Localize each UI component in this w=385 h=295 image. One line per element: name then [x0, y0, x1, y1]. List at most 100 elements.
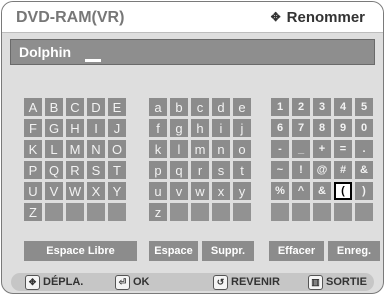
key[interactable]: b [170, 98, 188, 116]
key[interactable]: s [212, 161, 230, 179]
key[interactable]: _ [292, 140, 310, 158]
key[interactable]: d [212, 98, 230, 116]
key[interactable]: B [45, 98, 63, 116]
key[interactable]: a [149, 98, 167, 116]
key[interactable]: j [233, 119, 251, 137]
key[interactable]: J [108, 119, 126, 137]
key[interactable]: % [271, 182, 289, 200]
symbol-keypad: 1 2 3 4 5 6 7 8 9 0- _ + =. ~! @ # &% ^ &() [271, 98, 373, 221]
key[interactable]: D [87, 98, 105, 116]
key[interactable]: y [233, 182, 251, 200]
key[interactable]: E [108, 98, 126, 116]
text-cursor [85, 59, 101, 62]
key[interactable]: A [24, 98, 42, 116]
key[interactable]: L [45, 140, 63, 158]
key[interactable]: 5 [355, 98, 373, 116]
key[interactable]: F [24, 119, 42, 137]
key[interactable]: z [149, 203, 167, 221]
key[interactable]: V [45, 182, 63, 200]
key[interactable]: K [24, 140, 42, 158]
key[interactable]: m [191, 140, 209, 158]
key[interactable]: f [149, 119, 167, 137]
key-empty [355, 203, 373, 221]
key[interactable]: G [45, 119, 63, 137]
key[interactable]: i [212, 119, 230, 137]
key[interactable]: 6 [271, 119, 289, 137]
key[interactable]: v [170, 182, 188, 200]
space-button[interactable]: Espace [149, 241, 198, 261]
key[interactable]: n [212, 140, 230, 158]
key[interactable]: ~ [271, 161, 289, 179]
key[interactable]: w [191, 182, 209, 200]
space-free-button[interactable]: Espace Libre [24, 241, 137, 261]
key[interactable]: r [191, 161, 209, 179]
name-input[interactable]: Dolphin [10, 39, 375, 65]
key[interactable]: + [313, 140, 331, 158]
key-empty [292, 203, 310, 221]
key[interactable]: C [66, 98, 84, 116]
key[interactable]: O [108, 140, 126, 158]
key[interactable]: W [66, 182, 84, 200]
key[interactable]: S [87, 161, 105, 179]
key[interactable]: I [87, 119, 105, 137]
key-empty [212, 203, 230, 221]
key[interactable]: ) [355, 182, 373, 200]
key[interactable]: N [87, 140, 105, 158]
delete-button[interactable]: Suppr. [202, 241, 254, 261]
exit-icon: ▥ [308, 274, 323, 290]
ok-hint: ⏎ OK [115, 274, 150, 290]
key[interactable]: T [108, 161, 126, 179]
key[interactable]: x [212, 182, 230, 200]
key[interactable]: ^ [292, 182, 310, 200]
key[interactable]: X [87, 182, 105, 200]
rename-heading: ✥ Renommer [271, 9, 365, 26]
key[interactable]: Y [108, 182, 126, 200]
key[interactable]: ! [292, 161, 310, 179]
ok-hint-label: OK [133, 276, 150, 288]
key[interactable]: 7 [292, 119, 310, 137]
key[interactable]: & [313, 182, 331, 200]
back-hint: ↺ REVENIR [213, 274, 280, 290]
key[interactable]: 9 [334, 119, 352, 137]
key[interactable]: M [66, 140, 84, 158]
key[interactable]: # [334, 161, 352, 179]
key[interactable]: k [149, 140, 167, 158]
key[interactable]: h [191, 119, 209, 137]
key[interactable]: p [149, 161, 167, 179]
key[interactable]: 3 [313, 98, 331, 116]
key-empty [66, 203, 84, 221]
key[interactable]: t [233, 161, 251, 179]
key[interactable]: Q [45, 161, 63, 179]
key[interactable]: Z [24, 203, 42, 221]
key[interactable]: & [355, 161, 373, 179]
key[interactable]: u [149, 182, 167, 200]
key[interactable]: q [170, 161, 188, 179]
key[interactable]: @ [313, 161, 331, 179]
key[interactable]: c [191, 98, 209, 116]
key[interactable]: . [355, 140, 373, 158]
key[interactable]: l [170, 140, 188, 158]
key[interactable]: 4 [334, 98, 352, 116]
move-hint: ✥ DÉPLA. [25, 274, 83, 290]
key[interactable]: H [66, 119, 84, 137]
key[interactable]: 1 [271, 98, 289, 116]
key[interactable]: P [24, 161, 42, 179]
key[interactable]: g [170, 119, 188, 137]
diamond-bullet-icon: ✥ [270, 10, 281, 24]
key-empty [191, 203, 209, 221]
key[interactable]: e [233, 98, 251, 116]
save-button[interactable]: Enreg. [328, 241, 380, 261]
key[interactable]: ( [334, 182, 352, 200]
key[interactable]: 0 [355, 119, 373, 137]
dialog-header: DVD-RAM(VR) ✥ Renommer [2, 2, 383, 33]
key[interactable]: - [271, 140, 289, 158]
key[interactable]: = [334, 140, 352, 158]
clear-button[interactable]: Effacer [269, 241, 324, 261]
key[interactable]: o [233, 140, 251, 158]
disc-type-title: DVD-RAM(VR) [16, 9, 125, 26]
key[interactable]: 8 [313, 119, 331, 137]
key-empty [271, 203, 289, 221]
key[interactable]: R [66, 161, 84, 179]
key[interactable]: 2 [292, 98, 310, 116]
key[interactable]: U [24, 182, 42, 200]
